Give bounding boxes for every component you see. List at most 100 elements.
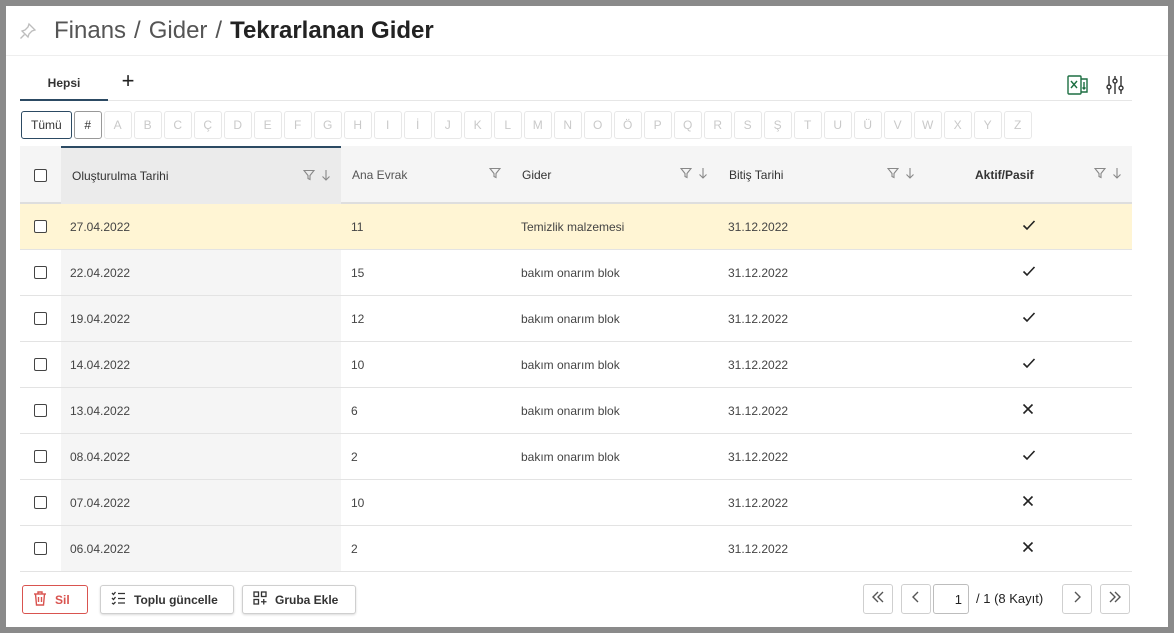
add-tab-button[interactable]: + <box>118 70 138 94</box>
page-number-input[interactable] <box>933 584 969 614</box>
sort-down-icon[interactable] <box>905 167 915 182</box>
breadcrumb: Finans / Gider / Tekrarlanan Gider <box>54 17 434 45</box>
first-page-icon <box>871 590 885 608</box>
letter-filter-button[interactable]: P <box>643 111 672 139</box>
table-row[interactable]: 19.04.2022 12 bakım onarım blok 31.12.2022 <box>20 296 1132 342</box>
filter-icon[interactable] <box>488 167 502 182</box>
active-status-cell <box>925 434 1132 479</box>
letter-filter-button[interactable]: L <box>493 111 522 139</box>
letter-filter-button[interactable]: W <box>913 111 942 139</box>
breadcrumb-gider[interactable]: Gider <box>149 17 208 45</box>
letter-filter-button[interactable]: H <box>343 111 372 139</box>
letter-filter-button[interactable]: Z <box>1003 111 1032 139</box>
letter-filter-button[interactable]: O <box>583 111 612 139</box>
letter-filter-button[interactable]: M <box>523 111 552 139</box>
main-document-cell: 10 <box>351 357 365 372</box>
letter-filter-button[interactable]: A <box>103 111 132 139</box>
table-row[interactable]: 27.04.2022 11 Temizlik malzemesi 31.12.2022 <box>20 204 1132 250</box>
letter-filter-button[interactable]: E <box>253 111 282 139</box>
check-icon <box>1022 449 1036 464</box>
add-to-group-button[interactable]: Gruba Ekle <box>242 585 356 614</box>
created-date-cell: 14.04.2022 <box>61 342 341 387</box>
created-date-cell: 27.04.2022 <box>61 204 341 249</box>
active-status-cell <box>925 296 1132 341</box>
letter-filter-button[interactable]: Ç <box>193 111 222 139</box>
row-checkbox[interactable] <box>34 266 47 279</box>
row-checkbox[interactable] <box>34 404 47 417</box>
column-header-active[interactable]: Aktif/Pasif <box>925 146 1132 204</box>
excel-export-icon[interactable] <box>1065 72 1091 98</box>
letter-filter-button[interactable]: D <box>223 111 252 139</box>
bulk-update-button[interactable]: Toplu güncelle <box>100 585 234 614</box>
tab-hepsi[interactable]: Hepsi <box>20 66 108 101</box>
letter-filter-button[interactable]: G <box>313 111 342 139</box>
filter-icon[interactable] <box>1093 167 1107 182</box>
letter-filter-button[interactable]: Ü <box>853 111 882 139</box>
table-row[interactable]: 07.04.2022 10 31.12.2022 <box>20 480 1132 526</box>
bulk-update-label: Toplu güncelle <box>134 592 218 607</box>
letter-filter-all[interactable]: Tümü <box>21 111 72 139</box>
letter-filter-button[interactable]: C <box>163 111 192 139</box>
pin-icon[interactable] <box>18 21 38 41</box>
last-page-button[interactable] <box>1100 584 1130 614</box>
sort-down-icon[interactable] <box>1112 167 1122 182</box>
created-date-cell: 19.04.2022 <box>61 296 341 341</box>
letter-filter-button[interactable]: U <box>823 111 852 139</box>
select-all-checkbox[interactable] <box>34 168 47 182</box>
filter-icon[interactable] <box>302 169 316 184</box>
letter-filter-button[interactable]: B <box>133 111 162 139</box>
column-header-end[interactable]: Bitiş Tarihi <box>718 146 925 204</box>
letter-filter-button[interactable]: Q <box>673 111 702 139</box>
letter-filter-button[interactable]: Ö <box>613 111 642 139</box>
expense-cell: bakım onarım blok <box>521 403 620 418</box>
row-checkbox[interactable] <box>34 220 47 233</box>
table-row[interactable]: 13.04.2022 6 bakım onarım blok 31.12.2022 <box>20 388 1132 434</box>
filter-icon[interactable] <box>679 167 693 182</box>
column-settings-icon[interactable] <box>1102 72 1128 98</box>
row-select-cell <box>20 342 61 387</box>
row-select-cell <box>20 250 61 295</box>
row-checkbox[interactable] <box>34 312 47 325</box>
letter-filter-button[interactable]: K <box>463 111 492 139</box>
letter-filter-hash[interactable]: # <box>73 111 102 139</box>
filter-icon[interactable] <box>886 167 900 182</box>
letter-filter-button[interactable]: X <box>943 111 972 139</box>
table-row[interactable]: 22.04.2022 15 bakım onarım blok 31.12.2022 <box>20 250 1132 296</box>
column-header-doc[interactable]: Ana Evrak <box>341 146 511 204</box>
first-page-button[interactable] <box>863 584 893 614</box>
delete-label: Sil <box>55 592 70 607</box>
row-checkbox[interactable] <box>34 450 47 463</box>
row-checkbox[interactable] <box>34 496 47 509</box>
group-add-icon <box>253 591 267 608</box>
next-page-button[interactable] <box>1062 584 1092 614</box>
letter-filter-button[interactable]: F <box>283 111 312 139</box>
sort-down-icon[interactable] <box>698 167 708 182</box>
row-checkbox[interactable] <box>34 542 47 555</box>
column-header-created[interactable]: Oluşturulma Tarihi <box>61 146 341 204</box>
row-checkbox[interactable] <box>34 358 47 371</box>
letter-filter-button[interactable]: Y <box>973 111 1002 139</box>
letter-filter-button[interactable]: V <box>883 111 912 139</box>
active-status-cell <box>925 480 1132 525</box>
column-header-expense[interactable]: Gider <box>511 146 718 204</box>
table-row[interactable]: 14.04.2022 10 bakım onarım blok 31.12.2022 <box>20 342 1132 388</box>
letter-filter-button[interactable]: T <box>793 111 822 139</box>
letter-filter-button[interactable]: R <box>703 111 732 139</box>
letter-filter-button[interactable]: N <box>553 111 582 139</box>
row-select-cell <box>20 434 61 479</box>
table-row[interactable]: 06.04.2022 2 31.12.2022 <box>20 526 1132 572</box>
letter-filter-button[interactable]: İ <box>403 111 432 139</box>
end-date-cell: 31.12.2022 <box>728 403 789 418</box>
letter-filter-button[interactable]: I <box>373 111 402 139</box>
expense-cell <box>511 526 718 571</box>
table-row[interactable]: 08.04.2022 2 bakım onarım blok 31.12.2022 <box>20 434 1132 480</box>
delete-button[interactable]: Sil <box>22 585 88 614</box>
letter-filter-button[interactable]: Ş <box>763 111 792 139</box>
breadcrumb-finans[interactable]: Finans <box>54 17 126 45</box>
main-document-cell: 12 <box>351 311 365 326</box>
prev-page-button[interactable] <box>901 584 931 614</box>
letter-filter-button[interactable]: S <box>733 111 762 139</box>
sort-down-icon[interactable] <box>321 169 331 184</box>
table-header: Oluşturulma Tarihi Ana Evrak Gider Bitiş… <box>20 146 1132 204</box>
letter-filter-button[interactable]: J <box>433 111 462 139</box>
